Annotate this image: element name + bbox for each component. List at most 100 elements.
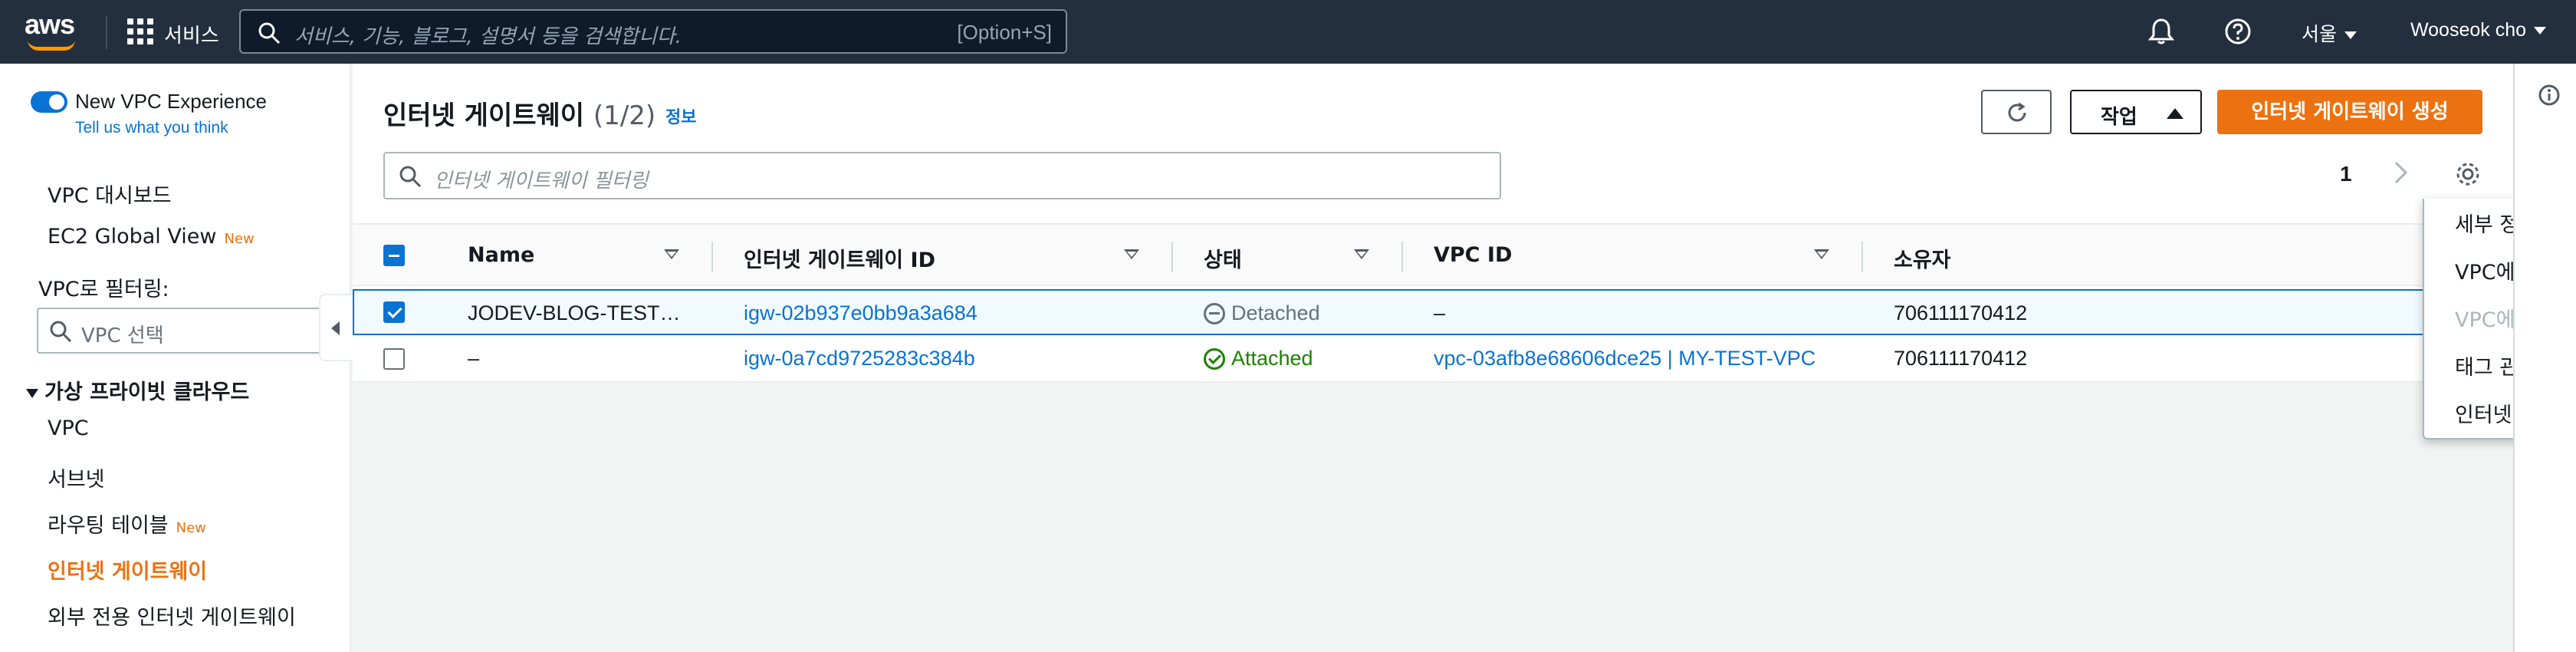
table-row[interactable]: JODEV-BLOG-TEST… igw-02b937e0bb9a3a684 D… — [353, 289, 2513, 335]
row-igw-id-link[interactable]: igw-02b937e0bb9a3a684 — [744, 301, 978, 325]
toggle-label: New VPC Experience — [75, 90, 267, 113]
aws-logo-text: aws — [25, 8, 75, 40]
actions-label: 작업 — [2101, 106, 2137, 129]
row-vpc-id-link[interactable]: vpc-03afb8e68606dce25 | MY-TEST-VPC — [1434, 347, 1815, 370]
sidebar-item-route-tables[interactable]: 라우팅 테이블 New — [48, 509, 206, 538]
row-owner: 706111170412 — [1894, 301, 2028, 324]
search-icon — [50, 321, 72, 343]
sort-icon[interactable] — [1124, 249, 1139, 259]
row-vpc-id: – — [1434, 301, 1446, 324]
info-link[interactable]: 정보 — [665, 104, 696, 128]
sidebar-section-vpc[interactable]: 가상 프라이빗 클라우드 — [26, 375, 249, 405]
sidebar-item-internet-gateways[interactable]: 인터넷 게이트웨이 — [48, 555, 207, 584]
row-checkbox[interactable] — [383, 348, 405, 370]
row-name: JODEV-BLOG-TEST… — [468, 301, 681, 324]
global-search-input[interactable]: 서비스, 기능, 블로그, 설명서 등을 검색합니다. [Option+S] — [239, 9, 1067, 54]
filter-input[interactable]: 인터넷 게이트웨이 필터링 — [383, 152, 1501, 199]
sort-icon[interactable] — [1814, 249, 1829, 259]
collapse-sidebar-button[interactable] — [319, 294, 353, 361]
bell-icon[interactable] — [2147, 17, 2176, 46]
column-divider[interactable] — [711, 242, 713, 272]
row-owner: 706111170412 — [1894, 347, 2028, 370]
status-badge: Detached — [1204, 301, 1320, 325]
sidebar-item-subnets[interactable]: 서브넷 — [48, 463, 105, 492]
column-divider[interactable] — [1171, 242, 1173, 272]
column-divider[interactable] — [1401, 242, 1403, 272]
search-icon — [399, 166, 422, 188]
refresh-button[interactable] — [1981, 90, 2052, 134]
search-icon — [258, 22, 281, 44]
status-text: Detached — [1231, 301, 1320, 324]
main-content: 인터넷 게이트웨이 (1/2) 정보 작업 인터넷 게이트웨이 생성 인터넷 게… — [353, 64, 2576, 652]
feedback-link[interactable]: Tell us what you think — [75, 119, 228, 137]
nav-divider — [106, 15, 107, 49]
page-title: 인터넷 게이트웨이 (1/2) — [383, 94, 656, 132]
next-page-icon[interactable] — [2385, 161, 2408, 184]
sidebar-item-label: VPC 대시보드 — [48, 184, 172, 208]
filter-placeholder: 인터넷 게이트웨이 필터링 — [434, 170, 649, 193]
row-checkbox[interactable] — [383, 301, 405, 323]
right-help-rail — [2513, 64, 2576, 652]
caret-down-icon — [26, 388, 38, 398]
row-divider — [353, 381, 2513, 383]
gear-icon[interactable] — [2453, 160, 2482, 189]
new-badge: New — [176, 520, 206, 536]
aws-logo[interactable]: aws — [25, 11, 81, 52]
sidebar-item-label: VPC — [48, 417, 89, 440]
search-shortcut: [Option+S] — [957, 21, 1052, 44]
region-selector[interactable]: 서울 — [2302, 19, 2358, 47]
top-navigation: aws 서비스 서비스, 기능, 블로그, 설명서 등을 검색합니다. [Opt… — [0, 0, 2576, 64]
sidebar-item-vpc[interactable]: VPC — [48, 417, 89, 440]
row-igw-id-link[interactable]: igw-0a7cd9725283c384b — [744, 347, 975, 370]
column-header-name[interactable]: Name — [468, 243, 534, 267]
row-name: – — [468, 347, 480, 370]
caret-down-icon — [2534, 27, 2547, 35]
current-page[interactable]: 1 — [2340, 162, 2352, 186]
column-header-igw-id[interactable]: 인터넷 게이트웨이 ID — [744, 243, 935, 273]
detached-icon — [1204, 302, 1225, 324]
section-label: 가상 프라이빗 클라우드 — [44, 380, 250, 404]
vpc-filter-placeholder: VPC 선택 — [81, 324, 164, 347]
status-badge: Attached — [1204, 347, 1313, 370]
create-internet-gateway-button[interactable]: 인터넷 게이트웨이 생성 — [2217, 90, 2482, 134]
sort-icon[interactable] — [664, 249, 679, 259]
table-row[interactable]: – igw-0a7cd9725283c384b Attached vpc-03a… — [353, 336, 2513, 382]
help-icon[interactable] — [2223, 17, 2252, 46]
column-header-vpc-id[interactable]: VPC ID — [1434, 243, 1512, 267]
vpc-filter-label: VPC로 필터링: — [38, 278, 169, 301]
vpc-filter-select[interactable]: VPC 선택 — [37, 308, 328, 354]
sort-icon[interactable] — [1354, 249, 1369, 259]
region-label: 서울 — [2302, 23, 2338, 45]
check-circle-icon — [1204, 347, 1225, 370]
selection-count: (1/2) — [593, 100, 656, 131]
sidebar-item-label: 라우팅 테이블 — [48, 514, 169, 538]
status-text: Attached — [1231, 347, 1313, 370]
caret-up-icon — [2167, 108, 2183, 119]
title-text: 인터넷 게이트웨이 — [383, 100, 585, 131]
new-vpc-experience-toggle[interactable] — [31, 91, 67, 113]
sidebar-item-label: EC2 Global View — [48, 225, 217, 249]
services-grid-icon[interactable] — [127, 18, 153, 44]
select-all-checkbox[interactable] — [383, 245, 405, 266]
user-name: Wooseok cho — [2410, 19, 2527, 41]
aws-smile-icon — [28, 40, 75, 51]
actions-button[interactable]: 작업 — [2070, 90, 2202, 134]
sidebar-item-vpc-dashboard[interactable]: VPC 대시보드 — [48, 179, 172, 209]
caret-down-icon — [2344, 31, 2358, 39]
new-badge: New — [224, 231, 255, 247]
services-menu[interactable]: 서비스 — [164, 20, 219, 48]
user-menu[interactable]: Wooseok cho — [2410, 19, 2547, 41]
internet-gateways-panel: 인터넷 게이트웨이 (1/2) 정보 작업 인터넷 게이트웨이 생성 인터넷 게… — [353, 64, 2513, 383]
column-header-owner[interactable]: 소유자 — [1894, 243, 1951, 273]
refresh-icon — [2008, 102, 2026, 122]
sidebar-item-label: 외부 전용 인터넷 게이트웨이 — [48, 606, 296, 630]
sidebar-item-ec2-global-view[interactable]: EC2 Global View New — [48, 225, 255, 249]
info-icon[interactable] — [2538, 84, 2561, 107]
sidebar-item-label: 인터넷 게이트웨이 — [48, 560, 208, 584]
sidebar-item-egress-only-igw[interactable]: 외부 전용 인터넷 게이트웨이 — [48, 601, 296, 631]
search-placeholder: 서비스, 기능, 블로그, 설명서 등을 검색합니다. — [294, 25, 682, 48]
column-divider[interactable] — [1861, 242, 1863, 272]
table-header: Name 인터넷 게이트웨이 ID 상태 VPC ID 소유자 — [353, 223, 2513, 286]
column-header-state[interactable]: 상태 — [1204, 243, 1242, 273]
sidebar: New VPC Experience Tell us what you thin… — [0, 64, 353, 652]
